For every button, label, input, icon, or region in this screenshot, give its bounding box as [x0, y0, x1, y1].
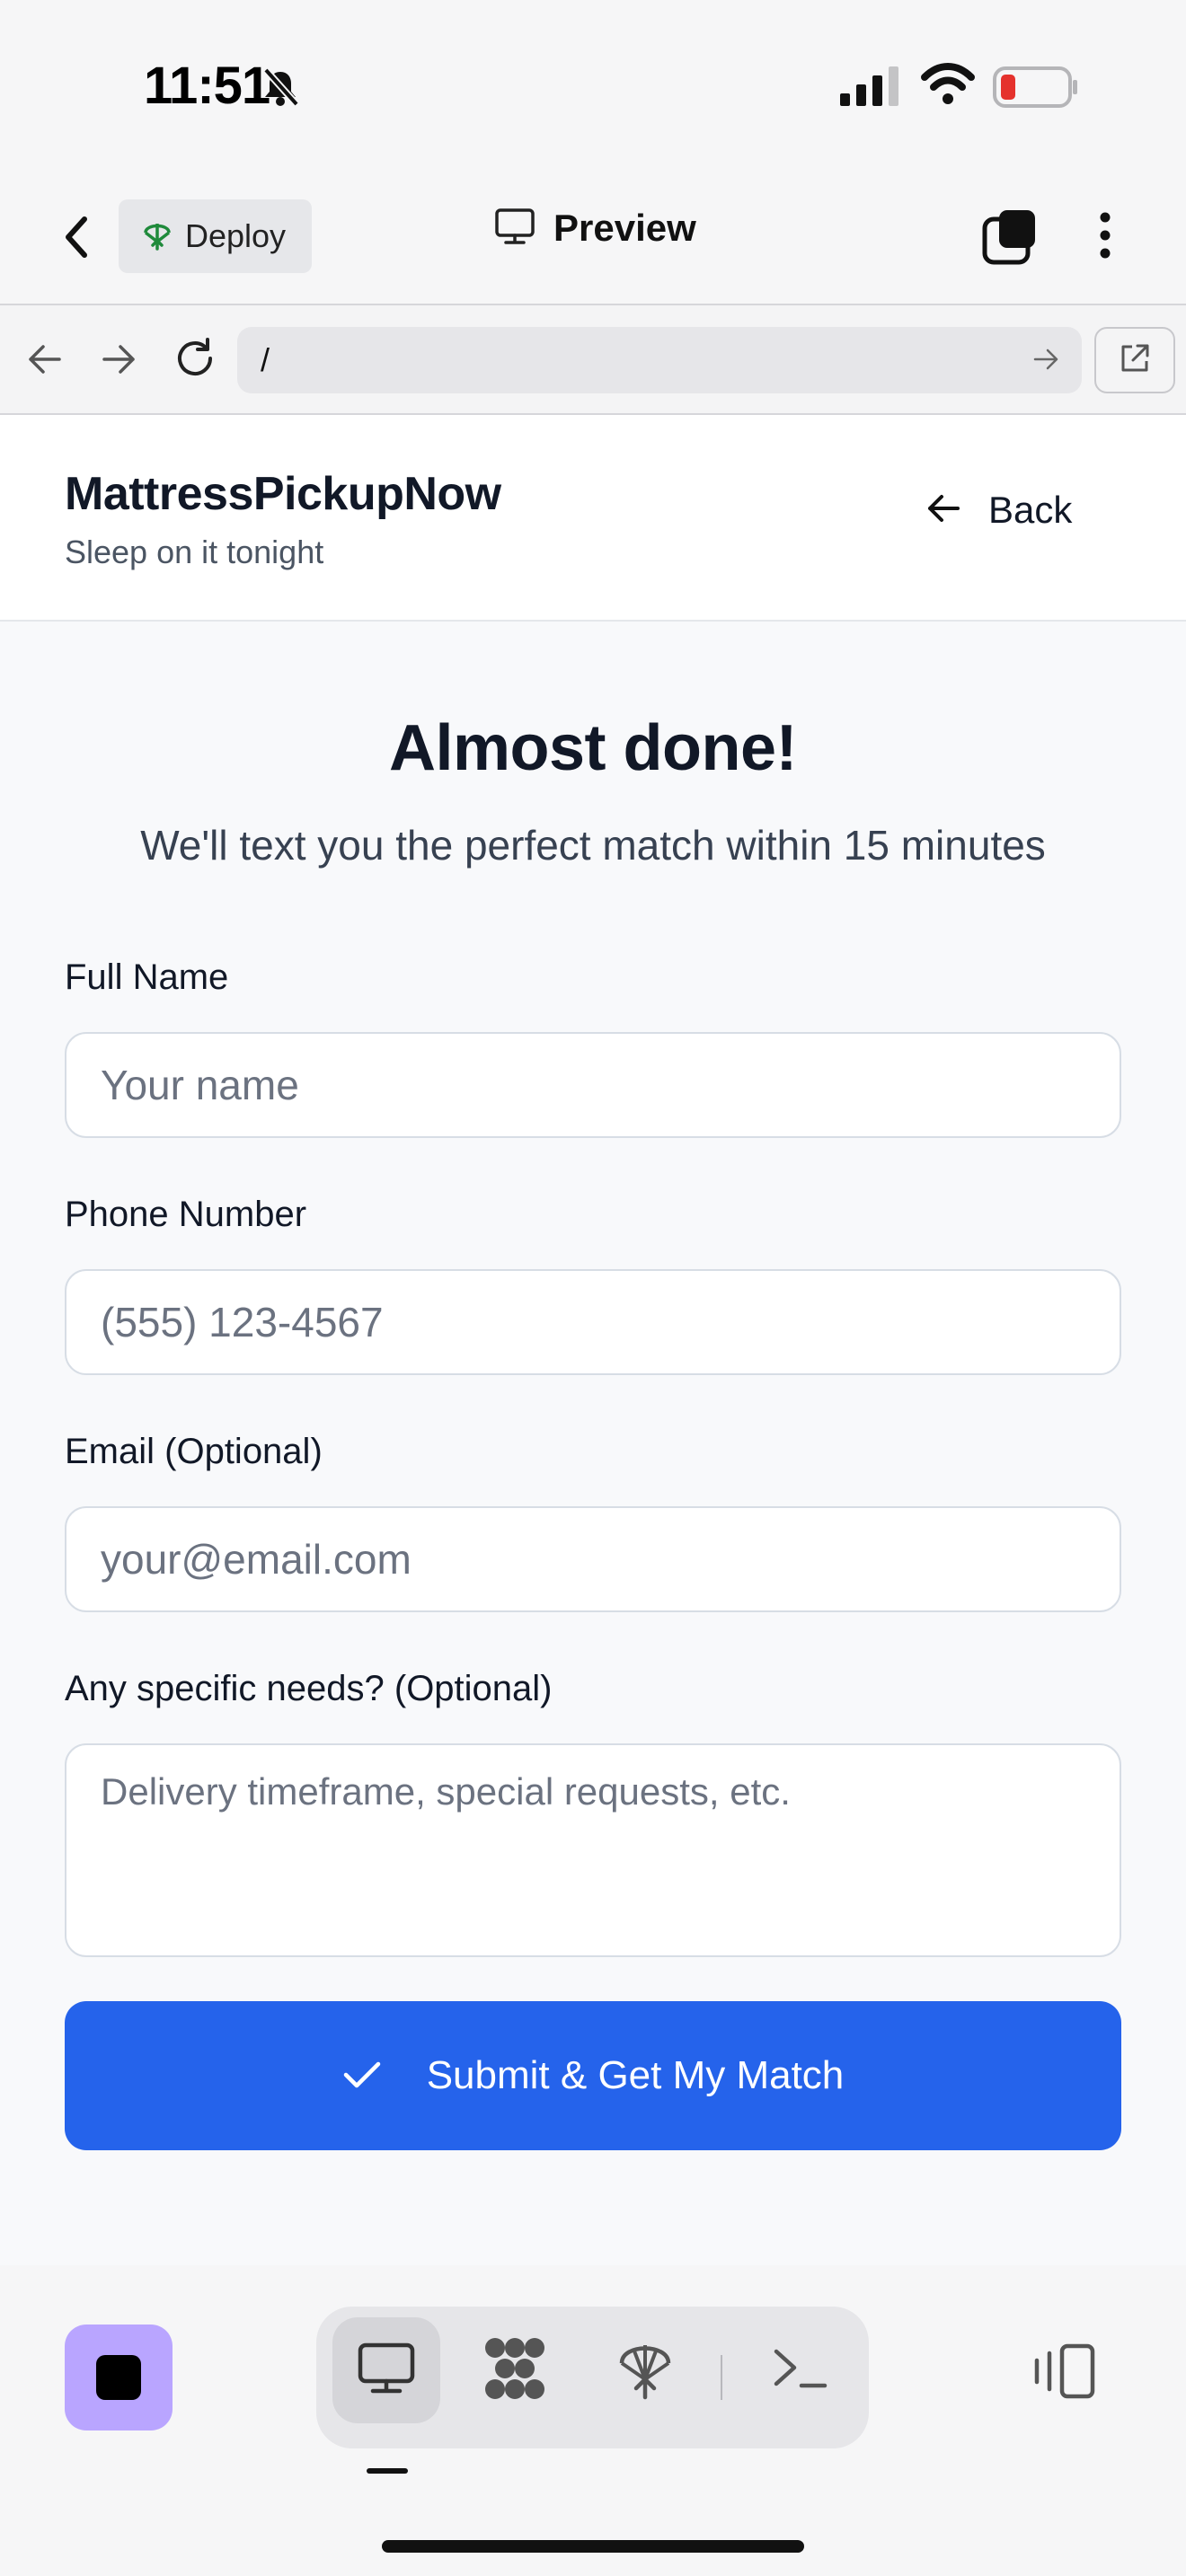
tool-divider — [721, 2355, 722, 2400]
submit-button[interactable]: Submit & Get My Match — [65, 2001, 1121, 2150]
tool-deploy[interactable] — [591, 2317, 699, 2423]
full-name-field[interactable] — [65, 1032, 1121, 1138]
deploy-icon — [142, 218, 173, 255]
back-label: Back — [988, 489, 1073, 531]
url-field[interactable] — [237, 327, 1082, 393]
preview-label: Preview — [553, 207, 696, 249]
bottom-toolbar — [0, 2265, 1186, 2576]
more-vertical-icon[interactable] — [1087, 208, 1123, 270]
phone-number-field[interactable] — [65, 1269, 1121, 1375]
extensions-icon — [481, 2335, 547, 2406]
wifi-icon — [921, 63, 975, 110]
go-arrow-icon[interactable] — [1031, 345, 1060, 378]
full-name-label: Full Name — [65, 957, 229, 997]
cellular-signal-icon — [840, 66, 901, 110]
status-bar: 11:51 — [0, 0, 1186, 171]
stop-icon — [96, 2355, 141, 2400]
stop-button[interactable] — [65, 2325, 173, 2430]
deploy-icon — [616, 2336, 674, 2405]
tool-extensions[interactable] — [460, 2317, 568, 2423]
brand-tagline: Sleep on it tonight — [65, 534, 324, 570]
status-time: 11:51 — [144, 57, 270, 115]
arrow-right-icon[interactable] — [99, 340, 138, 384]
tool-preview[interactable] — [332, 2317, 440, 2423]
browser-toolbar — [0, 305, 1186, 415]
back-button[interactable]: Back — [925, 489, 1072, 532]
bell-slash-icon — [261, 66, 300, 112]
layout-toggle-icon[interactable] — [1031, 2342, 1098, 2404]
email-label: Email (Optional) — [65, 1432, 323, 1471]
brand-name[interactable]: MattressPickupNow — [65, 467, 501, 521]
home-indicator — [382, 2540, 804, 2553]
arrow-left-icon — [925, 490, 961, 531]
external-link-icon — [1118, 341, 1152, 380]
terminal-icon — [771, 2346, 828, 2395]
tabs-icon[interactable] — [981, 208, 1039, 270]
email-field[interactable] — [65, 1506, 1121, 1612]
preview-title: Preview — [494, 207, 696, 250]
monitor-icon — [357, 2342, 416, 2400]
checkmark-icon — [342, 2059, 382, 2094]
battery-low-icon — [993, 66, 1079, 112]
tool-switcher — [316, 2307, 869, 2448]
form-subtitle: We'll text you the perfect match within … — [140, 822, 1046, 869]
lead-form: Almost done! We'll text you the perfect … — [0, 622, 1186, 2265]
monitor-icon — [494, 207, 535, 250]
site-header: MattressPickupNow Sleep on it tonight Ba… — [0, 415, 1186, 622]
active-tool-indicator — [367, 2468, 408, 2474]
chevron-left-icon[interactable] — [58, 208, 93, 270]
phone-number-label: Phone Number — [65, 1195, 307, 1234]
arrow-left-icon[interactable] — [25, 340, 65, 384]
open-external-button[interactable] — [1094, 327, 1175, 393]
deploy-label: Deploy — [185, 217, 287, 254]
form-title: Almost done! — [389, 712, 797, 784]
deploy-button[interactable]: Deploy — [119, 199, 312, 273]
app-toolbar: Deploy Preview — [0, 171, 1186, 305]
submit-label: Submit & Get My Match — [426, 2053, 845, 2097]
tool-terminal[interactable] — [746, 2317, 854, 2423]
reload-icon[interactable] — [173, 336, 217, 385]
specific-needs-field[interactable] — [65, 1743, 1121, 1957]
specific-needs-label: Any specific needs? (Optional) — [65, 1669, 553, 1708]
